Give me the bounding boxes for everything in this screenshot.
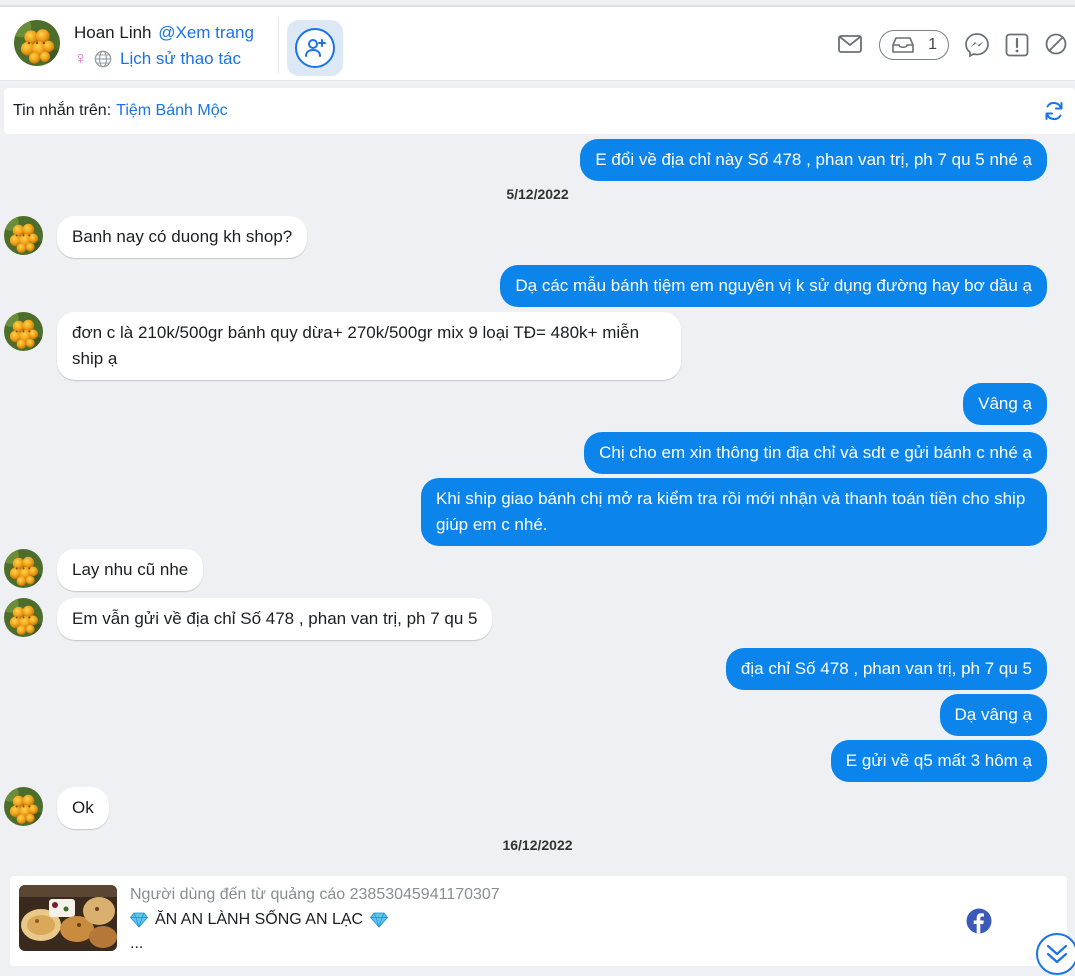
action-history-link[interactable]: Lịch sử thao tác (120, 49, 241, 69)
inbox-icon (892, 37, 914, 53)
message-incoming[interactable]: đơn c là 210k/500gr bánh quy dừa+ 270k/5… (57, 312, 681, 380)
sender-avatar[interactable] (4, 787, 43, 826)
customer-name-row: Hoan Linh @Xem trang (74, 23, 254, 43)
messenger-icon (965, 33, 989, 58)
customer-meta-row: ♀ Lịch sử thao tác (74, 48, 241, 69)
mail-button[interactable] (837, 32, 863, 56)
block-icon (1045, 33, 1067, 55)
sender-avatar[interactable] (4, 216, 43, 255)
globe-icon (94, 50, 112, 67)
double-chevron-down-icon (1046, 944, 1068, 964)
report-button[interactable] (1004, 32, 1030, 58)
facebook-icon (966, 908, 992, 934)
message-outgoing[interactable]: Dạ vâng ạ (939, 694, 1047, 736)
message-outgoing[interactable]: Khi ship giao bánh chị mở ra kiểm tra rồ… (421, 478, 1047, 546)
diamond-icon (370, 912, 389, 928)
female-icon: ♀ (74, 48, 88, 68)
message-outgoing[interactable]: Vâng ạ (963, 383, 1047, 425)
message-incoming[interactable]: Lay nhu cũ nhe (57, 549, 204, 591)
customer-name: Hoan Linh (74, 23, 152, 42)
messenger-button[interactable] (964, 32, 990, 58)
header-divider (278, 17, 279, 73)
block-button[interactable] (1044, 32, 1068, 56)
sender-avatar[interactable] (4, 312, 43, 351)
ad-thumbnail (19, 885, 117, 951)
view-page-link[interactable]: @Xem trang (158, 23, 254, 42)
message-incoming[interactable]: Em vẫn gửi về địa chỉ Số 478 , phan van … (57, 598, 493, 640)
message-source-bar: Tin nhắn trên: Tiệm Bánh Mộc (4, 88, 1075, 134)
ad-source-text: Người dùng đến từ quảng cáo 238530459411… (130, 886, 500, 903)
message-outgoing[interactable]: E đổi về địa chỉ này Số 478 , phan van t… (580, 139, 1047, 181)
message-outgoing[interactable]: Chị cho em xin thông tin địa chỉ và sdt … (584, 432, 1047, 474)
inbox-count: 1 (928, 36, 937, 53)
customer-avatar[interactable] (14, 20, 60, 66)
mail-icon (838, 35, 862, 53)
refresh-icon[interactable] (1043, 100, 1065, 122)
message-outgoing[interactable]: địa chỉ Số 478 , phan van trị, ph 7 qu 5 (725, 648, 1047, 690)
message-incoming[interactable]: Banh nay có duong kh shop? (57, 216, 308, 258)
message-outgoing[interactable]: E gửi về q5 mất 3 hôm ạ (830, 740, 1047, 782)
ad-referral-card[interactable]: Người dùng đến từ quảng cáo 238530459411… (10, 876, 1067, 966)
date-separator: 16/12/2022 (502, 837, 573, 853)
source-label: Tin nhắn trên: (13, 102, 112, 119)
report-icon (1005, 33, 1029, 57)
ad-more-text: ... (130, 935, 144, 952)
ad-title-row: ĂN AN LÀNH SỐNG AN LẠC (130, 911, 389, 929)
add-friend-button[interactable] (287, 20, 343, 76)
source-page-link[interactable]: Tiệm Bánh Mộc (116, 102, 227, 120)
add-friend-icon (305, 39, 326, 57)
message-outgoing[interactable]: Dạ các mẫu bánh tiệm em nguyên vị k sử d… (500, 265, 1047, 307)
date-separator: 5/12/2022 (506, 186, 569, 202)
message-incoming[interactable]: Ok (57, 787, 109, 829)
sender-avatar[interactable] (4, 598, 43, 637)
conversation-header: Hoan Linh @Xem trang ♀ Lịch sử thao tác (0, 5, 1075, 81)
scroll-to-bottom-button[interactable] (1036, 933, 1075, 975)
inbox-button[interactable]: 1 (879, 30, 949, 60)
sender-avatar[interactable] (4, 549, 43, 588)
ad-title: ĂN AN LÀNH SỐNG AN LẠC (155, 911, 364, 928)
diamond-icon (130, 912, 148, 928)
